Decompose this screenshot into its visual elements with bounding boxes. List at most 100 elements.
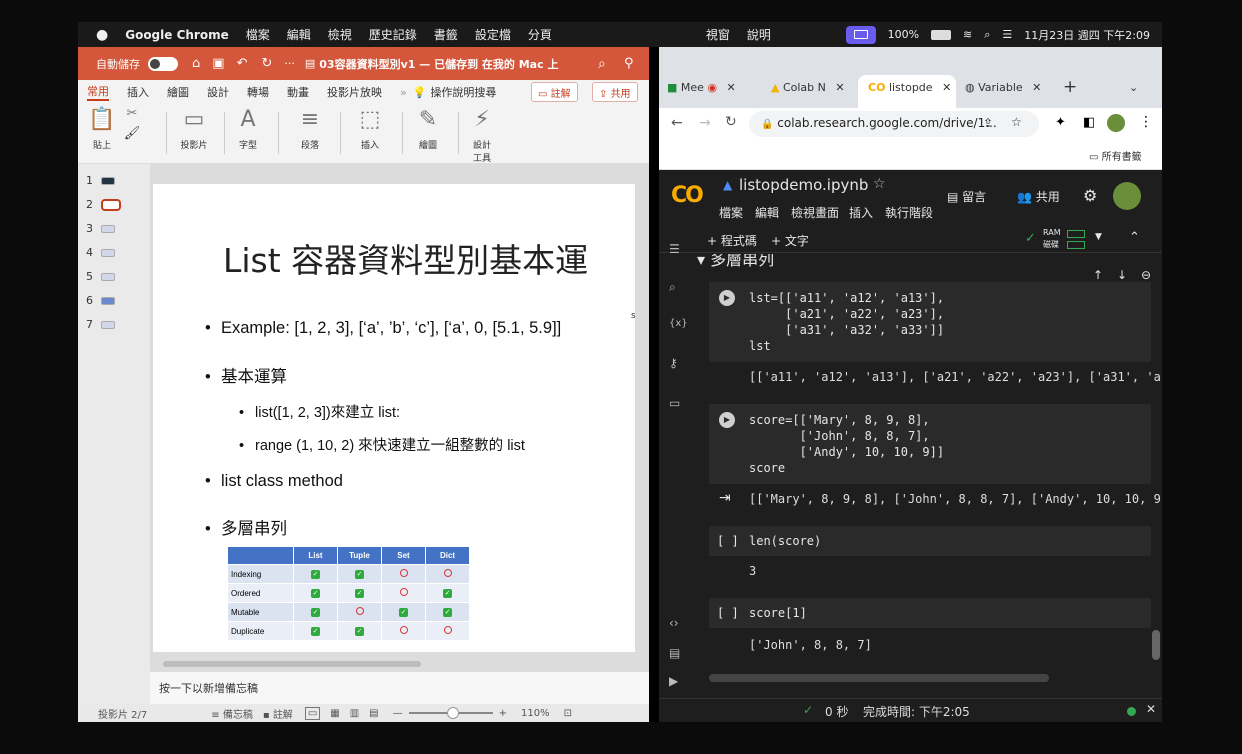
terminal-icon[interactable]: ▶ bbox=[669, 674, 678, 688]
cell-prompt[interactable]: [ ] bbox=[717, 606, 739, 620]
menu-item-help[interactable]: 說明 bbox=[747, 26, 771, 43]
search-icon[interactable]: ⌕ bbox=[669, 280, 676, 295]
back-icon[interactable]: ← bbox=[671, 115, 683, 131]
runtime-dropdown-icon[interactable]: ▼ bbox=[1095, 232, 1102, 242]
slide[interactable]: List 容器資料型別基本運 • Example: [1, 2, 3], [‘a’… bbox=[153, 184, 635, 652]
notebook-vertical-scrollbar[interactable] bbox=[1152, 630, 1160, 660]
section-heading[interactable]: ▾ 多層串列 bbox=[697, 254, 774, 270]
tab-draw[interactable]: 繪圖 bbox=[167, 84, 189, 100]
zoom-level[interactable]: 110% bbox=[521, 708, 550, 719]
settings-gear-icon[interactable]: ⚙ bbox=[1083, 186, 1097, 205]
ram-bar[interactable] bbox=[1067, 230, 1085, 238]
code-snippets-icon[interactable]: ‹› bbox=[669, 616, 679, 630]
cell-move-down-icon[interactable]: ↓ bbox=[1117, 268, 1127, 282]
share-icon[interactable]: ⇪ bbox=[983, 116, 993, 130]
share-button[interactable]: ⇪ 共用 bbox=[592, 82, 638, 102]
variables-icon[interactable]: {x} bbox=[669, 318, 688, 329]
close-icon[interactable]: ✕ bbox=[835, 81, 844, 94]
tab-search-chevron-icon[interactable]: ⌄ bbox=[1129, 81, 1138, 94]
new-tab-button[interactable]: + bbox=[1063, 77, 1077, 97]
reading-view-icon[interactable]: ▥ bbox=[350, 708, 359, 719]
user-avatar[interactable] bbox=[1113, 182, 1141, 210]
thumb-3[interactable]: 3 bbox=[86, 222, 115, 235]
extensions-icon[interactable]: ✦ bbox=[1055, 115, 1066, 130]
disk-bar[interactable] bbox=[1067, 241, 1085, 249]
cell-code[interactable]: score[1] bbox=[749, 605, 807, 621]
menu-item-tabs[interactable]: 分頁 bbox=[528, 26, 552, 43]
notes-toggle[interactable]: ≡ 備忘稿 bbox=[211, 706, 253, 721]
battery-icon[interactable] bbox=[931, 29, 952, 40]
tab-animations[interactable]: 動畫 bbox=[287, 84, 309, 100]
menu-item-profiles[interactable]: 設定檔 bbox=[475, 26, 511, 43]
designer-button[interactable]: ⚡ 設計 工具 bbox=[462, 106, 502, 164]
all-bookmarks[interactable]: ▭ 所有書籤 bbox=[1089, 148, 1142, 163]
doc-title[interactable]: 03容器資料型別v1 — 已儲存到 在我的 Mac 上 bbox=[319, 56, 558, 72]
cell-code[interactable]: score=[['Mary', 8, 9, 8], ['John', 8, 8,… bbox=[749, 412, 944, 476]
fit-slide-icon[interactable]: ⊡ bbox=[564, 708, 572, 719]
run-cell-button[interactable]: ▶ bbox=[719, 290, 735, 306]
run-cell-button[interactable]: ▶ bbox=[719, 412, 735, 428]
sub-bullet-2[interactable]: • range (1, 10, 2) 來快速建立一組整數的 list bbox=[239, 434, 525, 455]
side-panel-icon[interactable]: ◧ bbox=[1083, 115, 1095, 130]
control-center-icon[interactable]: ☰ bbox=[1002, 28, 1012, 41]
zoom-slider[interactable] bbox=[408, 707, 493, 719]
tab-design[interactable]: 設計 bbox=[207, 84, 229, 100]
screen-share-icon[interactable] bbox=[845, 25, 876, 44]
home-icon[interactable]: ⌂ bbox=[192, 56, 200, 71]
menu-item-bookmarks[interactable]: 書籤 bbox=[434, 26, 458, 43]
notes-pane[interactable]: 按一下以新增備忘稿 bbox=[150, 671, 649, 704]
paragraph-button[interactable]: ≡ 段落 bbox=[290, 106, 330, 151]
tab-slideshow[interactable]: 投影片放映 bbox=[327, 84, 382, 100]
tab-insert[interactable]: 插入 bbox=[127, 84, 149, 100]
insert-button[interactable]: ⬚ 插入 bbox=[350, 106, 390, 151]
lock-icon[interactable]: 🔒 bbox=[761, 119, 773, 130]
toc-icon[interactable]: ☰ bbox=[669, 242, 680, 256]
chevron-right-icon[interactable]: » bbox=[400, 86, 407, 99]
share-button[interactable]: 👥 共用 bbox=[1017, 188, 1060, 205]
menu-insert[interactable]: 插入 bbox=[849, 204, 873, 221]
star-icon[interactable]: ☆ bbox=[873, 176, 886, 192]
search-icon[interactable]: ⌕ bbox=[598, 56, 606, 72]
thumb-5[interactable]: 5 bbox=[86, 270, 115, 283]
thumb-2[interactable]: 2 bbox=[86, 198, 121, 211]
zoom-slider-thumb[interactable] bbox=[446, 707, 459, 719]
more-icon[interactable]: ··· bbox=[284, 57, 295, 70]
menu-runtime[interactable]: 執行階段 bbox=[885, 204, 933, 221]
menu-item-view[interactable]: 檢視 bbox=[328, 26, 352, 43]
tab-listopdemo[interactable]: CO listopde ✕ bbox=[858, 75, 956, 108]
tell-me-search[interactable]: 操作說明搜尋 bbox=[430, 84, 496, 100]
bookmark-star-icon[interactable]: ☆ bbox=[1011, 115, 1022, 129]
add-text-button[interactable]: + 文字 bbox=[771, 232, 809, 249]
thumb-7[interactable]: 7 bbox=[86, 318, 115, 331]
new-slide-button[interactable]: ▭ 投影片 bbox=[174, 106, 214, 151]
cell-code[interactable]: lst=[['a11', 'a12', 'a13'], ['a21', 'a22… bbox=[749, 290, 944, 354]
collapse-chevron-icon[interactable]: ⌃ bbox=[1129, 230, 1140, 245]
thumb-4[interactable]: 4 bbox=[86, 246, 115, 259]
command-palette-icon[interactable]: ▤ bbox=[669, 646, 680, 660]
save-icon[interactable]: ▣ bbox=[212, 56, 224, 71]
cell-move-up-icon[interactable]: ↑ bbox=[1093, 268, 1103, 282]
menu-item-window[interactable]: 視窗 bbox=[706, 26, 730, 43]
comments-button[interactable]: ▭ 註解 bbox=[531, 82, 578, 102]
zoom-out-button[interactable]: — bbox=[393, 708, 403, 719]
search-icon[interactable]: ⌕ bbox=[984, 28, 990, 42]
code-cell[interactable]: ▶ score=[['Mary', 8, 9, 8], ['John', 8, … bbox=[709, 404, 1151, 484]
font-button[interactable]: A 字型 bbox=[228, 106, 268, 151]
forward-icon[interactable]: → bbox=[699, 115, 711, 131]
files-folder-icon[interactable]: ▭ bbox=[669, 396, 680, 410]
code-cell[interactable]: ▶ lst=[['a11', 'a12', 'a13'], ['a21', 'a… bbox=[709, 282, 1151, 362]
menu-edit[interactable]: 編輯 bbox=[755, 204, 779, 221]
cell-prompt[interactable]: [ ] bbox=[717, 534, 739, 548]
colab-logo[interactable]: CO bbox=[671, 183, 704, 208]
tab-variables[interactable]: ◍ Variable ✕ bbox=[965, 81, 1055, 94]
close-status-icon[interactable]: ✕ bbox=[1146, 702, 1156, 716]
bullet-1[interactable]: • Example: [1, 2, 3], [‘a’, ’b’, ‘c’], [‘… bbox=[205, 319, 561, 338]
close-icon[interactable]: ✕ bbox=[942, 81, 951, 94]
redo-icon[interactable]: ↻ bbox=[261, 56, 272, 71]
slide-title[interactable]: List 容器資料型別基本運 bbox=[223, 234, 588, 282]
cut-copy-group[interactable]: ✂ 🖌 bbox=[118, 106, 146, 141]
wifi-icon[interactable]: ≋ bbox=[963, 28, 972, 41]
menu-item-file[interactable]: 檔案 bbox=[246, 26, 270, 43]
menu-file[interactable]: 檔案 bbox=[719, 204, 743, 221]
autosave-toggle[interactable] bbox=[148, 56, 178, 71]
